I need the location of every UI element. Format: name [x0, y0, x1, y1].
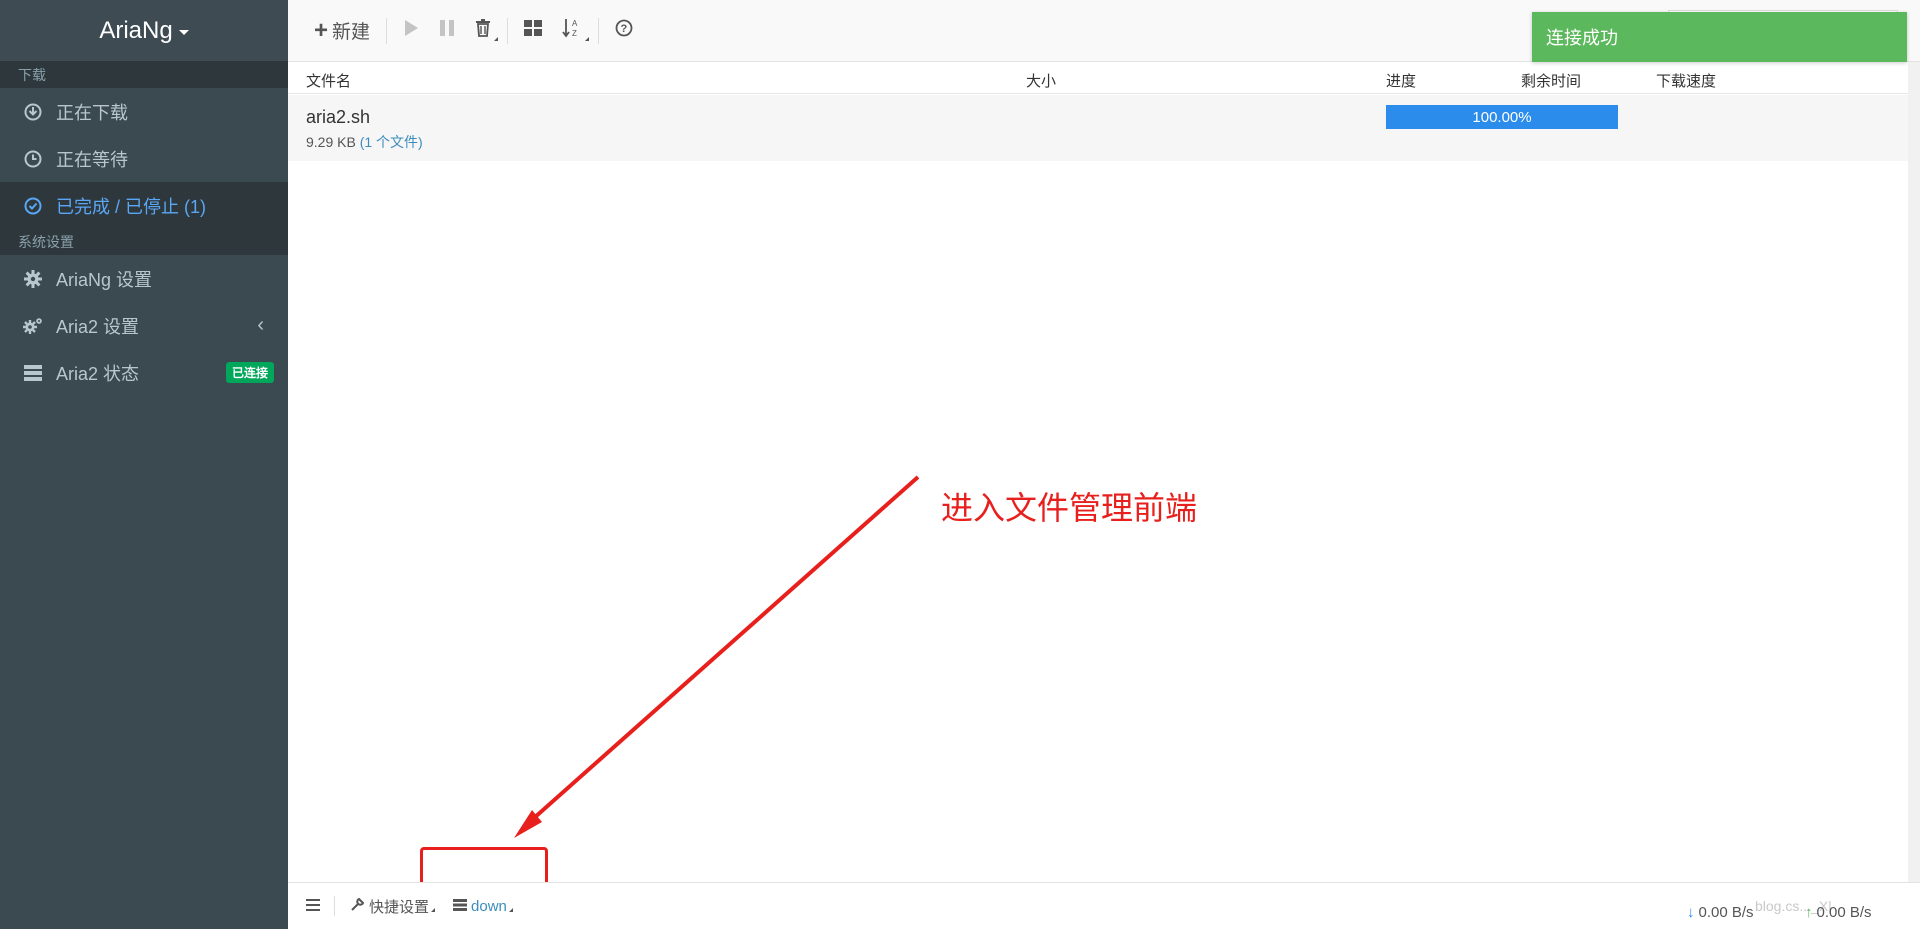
- upload-speed-value: 0.00 B/s: [1816, 904, 1872, 921]
- footer-divider: [334, 896, 335, 916]
- dropdown-caret-icon: [508, 908, 513, 912]
- quick-settings-button[interactable]: 快捷设置: [351, 896, 436, 917]
- footer: 快捷设置 down: [288, 882, 1920, 929]
- global-upload-speed: ↑ 0.00 B/s: [1805, 904, 1872, 921]
- wrench-icon: [351, 897, 365, 915]
- dropdown-caret-icon: [431, 908, 436, 912]
- menu-toggle-button[interactable]: [306, 898, 320, 915]
- arrow-down-icon: ↓: [1687, 904, 1695, 921]
- download-speed-value: 0.00 B/s: [1698, 904, 1754, 921]
- annotation-arrow: [514, 475, 920, 838]
- download-dir-label: down: [471, 897, 507, 915]
- annotation-text: 进入文件管理前端: [941, 490, 1198, 526]
- hamburger-icon: [306, 898, 320, 915]
- arrow-up-icon: ↑: [1805, 904, 1813, 921]
- download-dir-button[interactable]: down: [453, 898, 513, 915]
- quick-settings-label: 快捷设置: [369, 898, 430, 916]
- global-download-speed: ↓ 0.00 B/s: [1687, 904, 1754, 921]
- server-icon: [453, 898, 468, 915]
